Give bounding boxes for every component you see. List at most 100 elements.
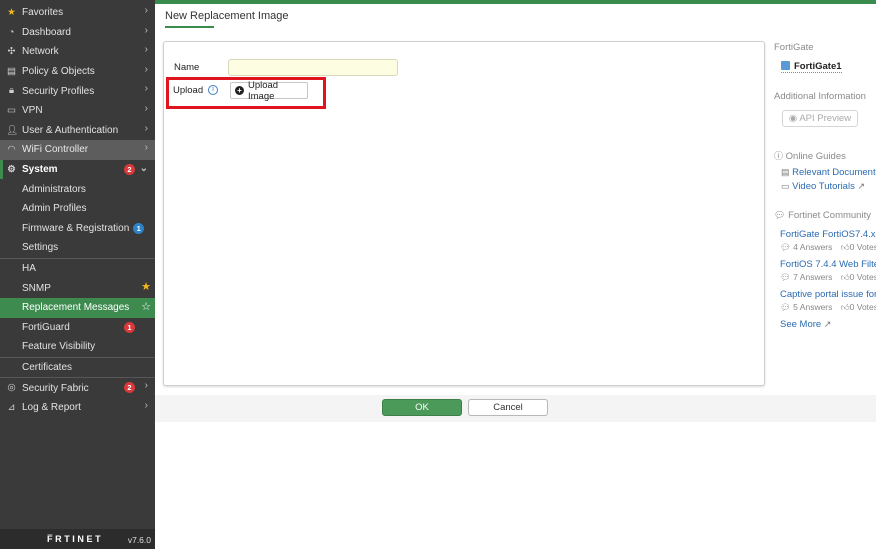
document-icon: ▤ [781, 167, 790, 177]
online-guides-title: Online Guides [785, 151, 846, 162]
sidebar-item-vpn[interactable]: ▭ VPN › [0, 101, 155, 121]
name-label: Name [174, 62, 200, 73]
community-post-link[interactable]: Captive portal issue for [780, 289, 876, 300]
cancel-button[interactable]: Cancel [468, 399, 548, 416]
title-underline [165, 26, 214, 28]
sidebar-item-label: Replacement Messages [22, 302, 130, 314]
api-preview-label: API Preview [799, 113, 852, 124]
thumbs-up-icon: 👍︎ [840, 272, 850, 282]
ok-button[interactable]: OK [382, 399, 462, 416]
sidebar-subitem-certificates[interactable]: Certificates [0, 358, 155, 378]
community-title: Fortinet Community [788, 210, 871, 221]
sidebar-item-label: Firmware & Registration [22, 222, 130, 234]
additional-info-heading: Additional Information [774, 91, 866, 102]
video-tutorials-label: Video Tutorials [792, 181, 855, 192]
relevant-docs-label: Relevant Documentation [792, 167, 876, 178]
sidebar-subitem-admin-profiles[interactable]: Admin Profiles [0, 199, 155, 219]
sidebar-item-label: User & Authentication [22, 124, 119, 136]
community-post-meta: 💬︎ 5 Answers 👍︎0 Votes [780, 302, 876, 313]
sidebar-item-label: SNMP [22, 282, 51, 294]
external-link-icon: ↗ [823, 319, 832, 329]
help-circle-icon: ⓘ [774, 151, 784, 161]
answers-icon: 💬︎ [780, 302, 791, 312]
sidebar-item-label: System [22, 164, 58, 176]
network-icon: ✣ [7, 46, 16, 58]
favorite-star-outline-icon[interactable]: ☆ [141, 300, 151, 313]
sidebar-item-policy-objects[interactable]: ▤ Policy & Objects › [0, 62, 155, 82]
community-post-link[interactable]: FortiOS 7.4.4 Web Filter [780, 259, 876, 270]
sidebar-item-security-profiles[interactable]: 🔒︎ Security Profiles › [0, 81, 155, 101]
monitor-icon: ▭ [7, 104, 16, 116]
sidebar-item-network[interactable]: ✣ Network › [0, 42, 155, 62]
thumbs-up-icon: 👍︎ [840, 242, 850, 252]
sidebar-item-label: Feature Visibility [22, 341, 96, 353]
fortigate-name: FortiGate1 [794, 61, 842, 72]
sidebar-item-label: Policy & Objects [22, 66, 95, 78]
sidebar-subitem-firmware-registration[interactable]: Firmware & Registration 1 [0, 219, 155, 239]
votes-count: 0 Votes [849, 272, 876, 282]
online-guides-heading: ⓘ Online Guides [774, 149, 846, 162]
sidebar-item-label: Log & Report [22, 402, 81, 414]
fabric-icon: ◎ [7, 382, 16, 394]
sidebar-item-label: Administrators [22, 183, 86, 195]
relevant-docs-link[interactable]: ▤ Relevant Documentation [781, 167, 876, 178]
community-post-link[interactable]: FortiGate FortiOS7.4.x VPN [780, 229, 876, 240]
star-icon: ★ [7, 7, 16, 18]
sidebar-footer: F̅RTINET v7.6.0 [0, 529, 155, 549]
sidebar-subitem-administrators[interactable]: Administrators [0, 179, 155, 199]
chevron-right-icon: › [144, 83, 148, 95]
notification-badge: 2 [124, 163, 135, 175]
community-post-meta: 💬︎ 4 Answers 👍︎0 Votes [780, 242, 876, 253]
chevron-down-icon: ⌄ [139, 162, 148, 174]
sidebar: ★ Favorites › ◔ Dashboard › ✣ Network › … [0, 0, 155, 549]
chevron-right-icon: › [144, 44, 148, 56]
notification-badge: 1 [133, 222, 145, 234]
see-more-link[interactable]: See More ↗ [780, 319, 831, 330]
wifi-icon: ◠ [7, 144, 16, 156]
sidebar-item-label: Admin Profiles [22, 203, 87, 215]
eye-icon: ◉ [788, 113, 798, 124]
sidebar-item-label: Favorites [22, 7, 64, 19]
video-tutorials-link[interactable]: ▭ Video Tutorials ↗ [781, 181, 865, 192]
answers-count: 7 Answers [793, 272, 833, 282]
favorite-star-icon[interactable]: ★ [141, 280, 151, 293]
sidebar-subitem-replacement-messages[interactable]: Replacement Messages ☆ [0, 297, 155, 318]
external-link-icon: ↗ [857, 181, 866, 191]
sidebar-item-label: Security Fabric [22, 382, 89, 394]
chevron-right-icon: › [144, 5, 148, 16]
sidebar-item-log-report[interactable]: ⊿ Log & Report › [0, 398, 155, 418]
fortigate-heading: FortiGate [774, 42, 814, 53]
sidebar-subitem-feature-visibility[interactable]: Feature Visibility [0, 337, 155, 357]
lock-icon: 🔒︎ [8, 85, 15, 97]
api-preview-button[interactable]: ◉ API Preview [782, 110, 858, 127]
community-post-meta: 💬︎ 7 Answers 👍︎0 Votes [780, 272, 876, 283]
top-accent-bar [155, 0, 876, 4]
chevron-right-icon: › [144, 122, 148, 134]
votes-count: 0 Votes [849, 242, 876, 252]
sidebar-item-user-authentication[interactable]: 👤︎ User & Authentication › [0, 121, 155, 141]
version-label: v7.6.0 [127, 535, 151, 545]
fortigate-device-link[interactable]: FortiGate1 [781, 61, 842, 73]
notification-badge: 1 [124, 321, 135, 333]
sidebar-item-label: FortiGuard [22, 321, 70, 333]
sidebar-subitem-snmp[interactable]: SNMP ★ [0, 278, 155, 298]
sidebar-item-label: Certificates [22, 361, 73, 373]
sidebar-item-system[interactable]: ⚙ System 2 ⌄ [0, 159, 155, 180]
sidebar-item-favorites[interactable]: ★ Favorites › [0, 3, 155, 23]
sidebar-subitem-ha[interactable]: HA [0, 259, 155, 279]
name-input[interactable] [228, 59, 398, 76]
answers-icon: 💬︎ [780, 272, 791, 282]
sidebar-item-security-fabric[interactable]: ◎ Security Fabric 2 › [0, 378, 155, 398]
dashboard-icon: ◔ [8, 26, 15, 38]
chevron-right-icon: › [144, 142, 148, 154]
sidebar-item-dashboard[interactable]: ◔ Dashboard › [0, 23, 155, 43]
sidebar-item-label: Network [22, 46, 59, 58]
sidebar-item-wifi-controller[interactable]: ◠ WiFi Controller › [0, 140, 155, 160]
see-more-label: See More [780, 319, 822, 330]
thumbs-up-icon: 👍︎ [840, 302, 850, 312]
sidebar-subitem-settings[interactable]: Settings [0, 238, 155, 258]
log-icon: ⊿ [7, 401, 16, 413]
chevron-right-icon: › [144, 380, 148, 392]
sidebar-subitem-fortiguard[interactable]: FortiGuard 1 [0, 318, 155, 338]
chevron-right-icon: › [144, 63, 148, 75]
